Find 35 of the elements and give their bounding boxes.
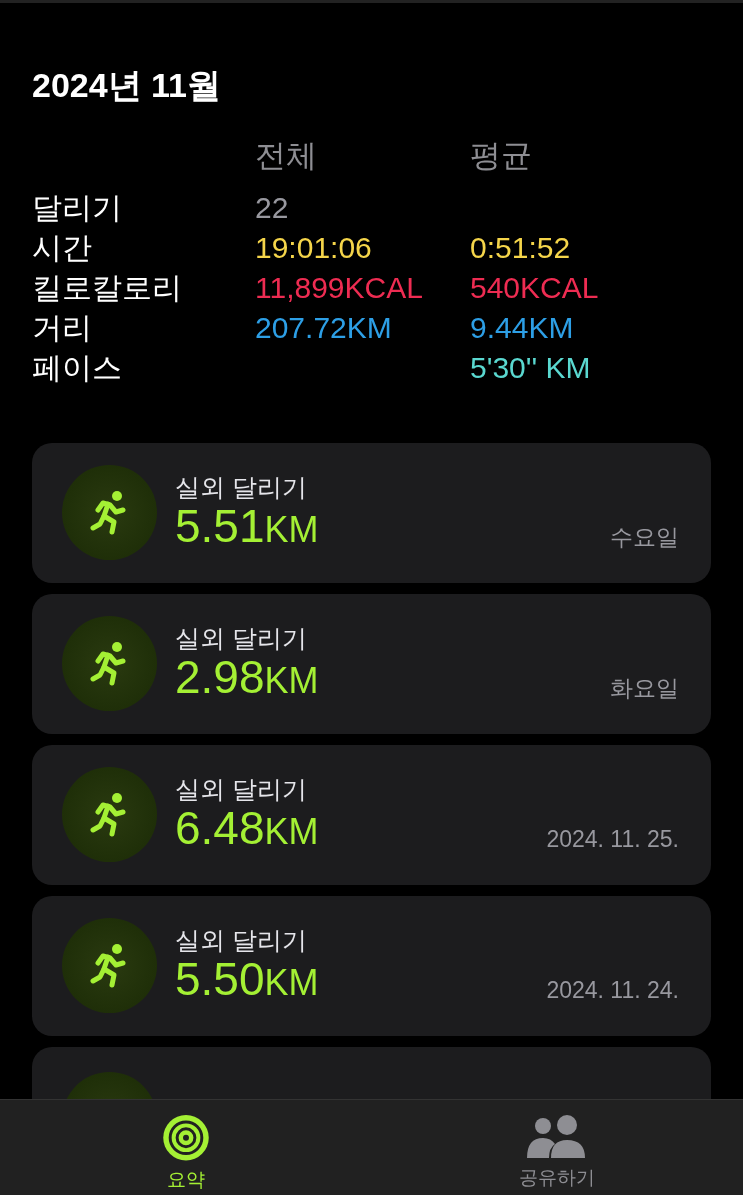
- stat-value: 5'30'' KM: [470, 349, 592, 386]
- workout-card[interactable]: 실외 달리기 2.98KM 화요일: [32, 593, 711, 734]
- stat-value: 11,899KCAL: [255, 269, 424, 306]
- stat-label: 거리: [32, 309, 93, 346]
- stat-label: 달리기: [32, 189, 123, 226]
- stat-value: 0:51:52: [470, 229, 572, 266]
- column-header: 평균: [470, 136, 533, 175]
- stat-value: 9.44KM: [470, 309, 575, 346]
- workout-date: 수요일: [610, 523, 679, 553]
- workout-date: 2024. 11. 25.: [546, 825, 679, 855]
- stat-label: 시간: [32, 229, 93, 266]
- tab-button[interactable]: 공유하기: [371, 1100, 743, 1195]
- workout-distance: 5.50KM: [175, 954, 319, 1005]
- page-title: 2024년 11월: [32, 65, 223, 106]
- workout-card[interactable]: 실외 달리기 5.50KM 2024. 11. 24.: [32, 895, 711, 1036]
- workout-distance: 6.48KM: [175, 803, 319, 854]
- workout-title: 실외 달리기: [175, 926, 308, 955]
- workout-title: 실외 달리기: [175, 473, 308, 502]
- workout-title: 실외 달리기: [175, 624, 308, 653]
- tab-button[interactable]: 요약: [0, 1100, 372, 1195]
- column-header: 전체: [255, 136, 318, 175]
- workout-date: 2024. 11. 24.: [546, 976, 679, 1006]
- workout-distance: 2.98KM: [175, 652, 319, 703]
- stat-value: 540KCAL: [470, 269, 600, 306]
- stat-value: 22: [255, 189, 290, 226]
- workout-date: 화요일: [610, 674, 679, 704]
- workout-card[interactable]: 실외 달리기 6.48KM 2024. 11. 25.: [32, 744, 711, 885]
- workout-card[interactable]: 실외 달리기 5.51KM 수요일: [32, 442, 711, 583]
- stat-label: 페이스: [32, 349, 123, 386]
- stat-label: 킬로칼로리: [32, 269, 183, 306]
- stat-value: 207.72KM: [255, 309, 393, 346]
- workout-distance: 5.51KM: [175, 501, 319, 552]
- stat-value: 19:01:06: [255, 229, 373, 266]
- rings-icon: [161, 1114, 210, 1162]
- workout-title: 실외 달리기: [175, 775, 308, 804]
